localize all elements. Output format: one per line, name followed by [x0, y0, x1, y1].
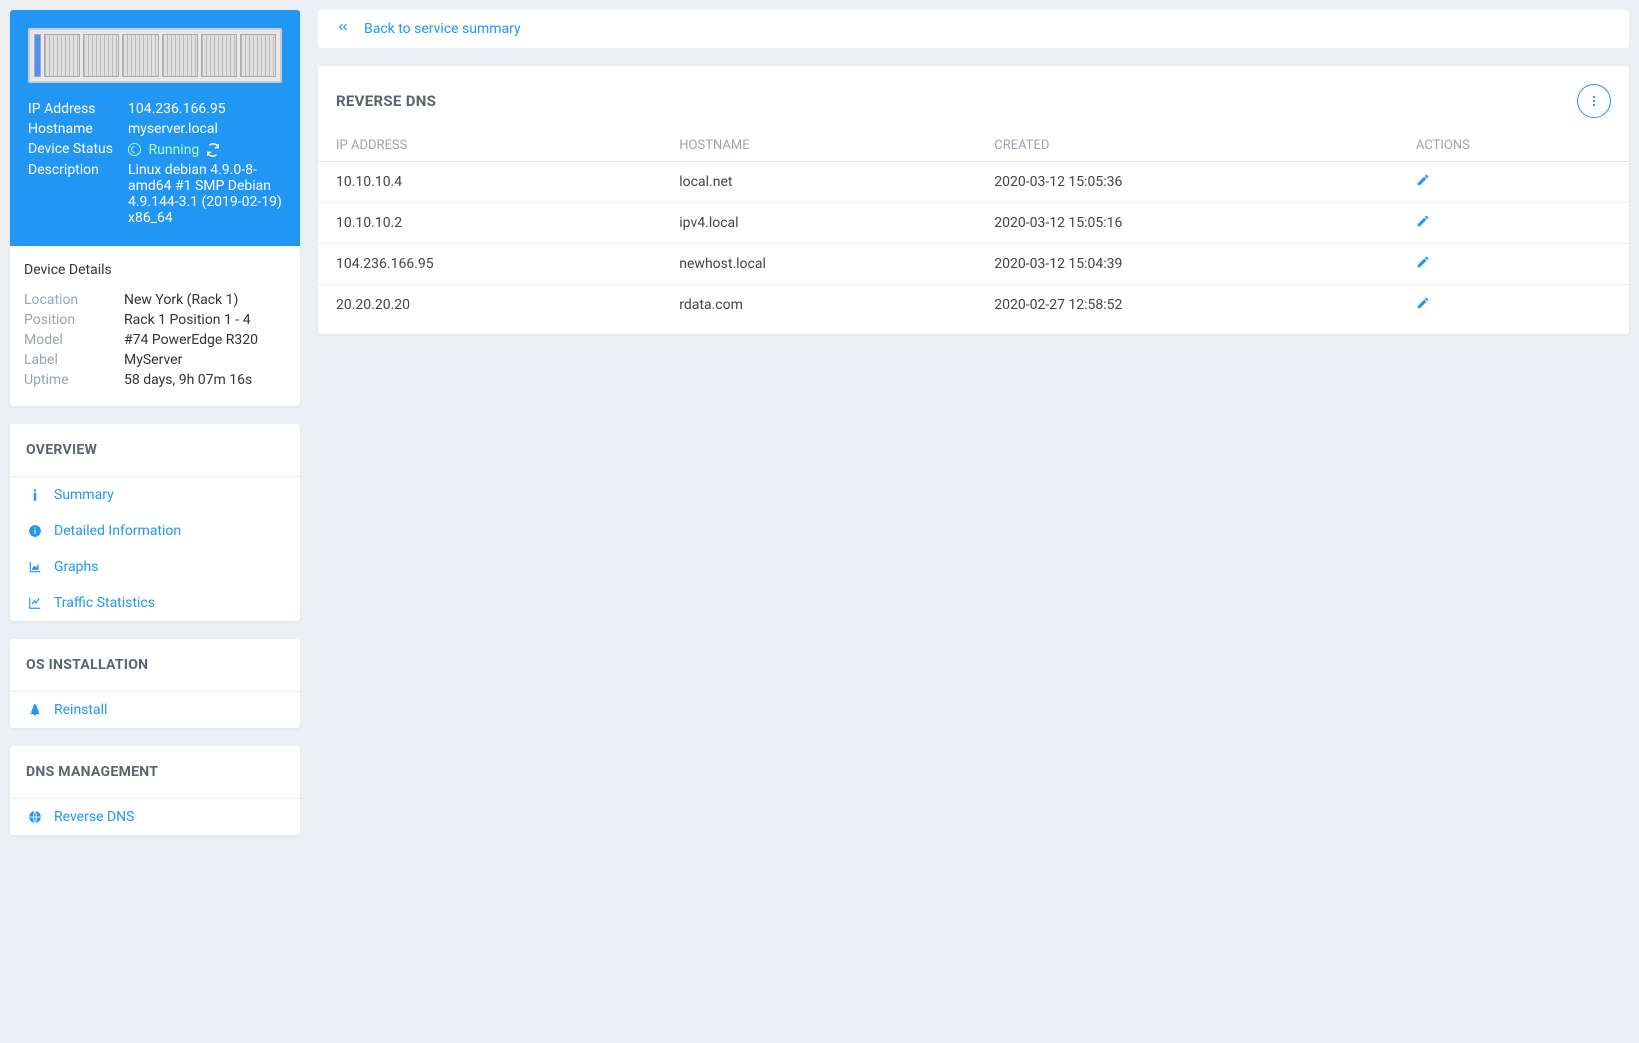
position-label: Position	[24, 310, 124, 330]
col-created: CREATED	[976, 130, 1398, 162]
overview-header: OVERVIEW	[10, 424, 300, 477]
nav-graphs-label: Graphs	[54, 559, 98, 575]
left-column: IP Address 104.236.166.95 Hostname myser…	[10, 10, 300, 853]
row-ip: 10.10.10.2	[318, 203, 661, 244]
dns-card: DNS MANAGEMENT Reverse DNS	[10, 746, 300, 835]
location-value: New York (Rack 1)	[124, 290, 286, 310]
col-hostname: HOSTNAME	[661, 130, 976, 162]
status-value: Running	[128, 139, 282, 160]
nav-traffic-label: Traffic Statistics	[54, 595, 155, 611]
model-value: #74 PowerEdge R320	[124, 330, 286, 350]
nav-summary-label: Summary	[54, 487, 114, 503]
status-text: Running	[148, 142, 199, 158]
description-value: Linux debian 4.9.0-8-amd64 #1 SMP Debian…	[128, 160, 282, 228]
ip-value: 104.236.166.95	[128, 99, 282, 119]
more-vertical-icon	[1587, 94, 1601, 108]
table-row: 104.236.166.95newhost.local2020-03-12 15…	[318, 244, 1629, 285]
nav-reverse-dns-label: Reverse DNS	[54, 809, 134, 825]
row-ip: 10.10.10.4	[318, 162, 661, 203]
overview-card: OVERVIEW Summary Detailed Information	[10, 424, 300, 621]
nav-traffic[interactable]: Traffic Statistics	[10, 585, 300, 621]
position-value: Rack 1 Position 1 - 4	[124, 310, 286, 330]
info-icon	[26, 488, 44, 502]
nav-reverse-dns[interactable]: Reverse DNS	[10, 799, 300, 835]
info-circle-icon	[26, 524, 44, 538]
row-created: 2020-03-12 15:04:39	[976, 244, 1398, 285]
dns-header: DNS MANAGEMENT	[10, 746, 300, 799]
hostname-label: Hostname	[28, 119, 128, 139]
reverse-dns-title: REVERSE DNS	[336, 92, 436, 110]
status-label: Device Status	[28, 139, 128, 160]
reverse-dns-table: IP ADDRESS HOSTNAME CREATED ACTIONS 10.1…	[318, 130, 1629, 334]
description-label: Description	[28, 160, 128, 228]
label-label: Label	[24, 350, 124, 370]
row-hostname: newhost.local	[661, 244, 976, 285]
nav-graphs[interactable]: Graphs	[10, 549, 300, 585]
nav-detailed[interactable]: Detailed Information	[10, 513, 300, 549]
row-hostname: ipv4.local	[661, 203, 976, 244]
edit-button[interactable]	[1416, 214, 1430, 232]
pencil-icon	[1416, 214, 1430, 232]
model-label: Model	[24, 330, 124, 350]
device-details-title: Device Details	[24, 262, 286, 278]
back-link-label: Back to service summary	[364, 21, 521, 37]
pencil-icon	[1416, 255, 1430, 273]
edit-button[interactable]	[1416, 296, 1430, 314]
right-column: Back to service summary REVERSE DNS IP A…	[318, 10, 1629, 853]
ip-label: IP Address	[28, 99, 128, 119]
area-chart-icon	[26, 560, 44, 574]
page-container: IP Address 104.236.166.95 Hostname myser…	[10, 10, 1629, 853]
row-created: 2020-02-27 12:58:52	[976, 285, 1398, 335]
nav-detailed-label: Detailed Information	[54, 523, 181, 539]
nav-reinstall-label: Reinstall	[54, 702, 107, 718]
location-label: Location	[24, 290, 124, 310]
refresh-icon[interactable]	[206, 143, 219, 156]
os-card: OS INSTALLATION Reinstall	[10, 639, 300, 728]
nav-reinstall[interactable]: Reinstall	[10, 692, 300, 728]
pencil-icon	[1416, 173, 1430, 191]
uptime-label: Uptime	[24, 370, 124, 390]
server-image	[28, 28, 282, 83]
device-details: Device Details Location New York (Rack 1…	[10, 246, 300, 406]
row-ip: 20.20.20.20	[318, 285, 661, 335]
os-header: OS INSTALLATION	[10, 639, 300, 692]
table-row: 10.10.10.2ipv4.local2020-03-12 15:05:16	[318, 203, 1629, 244]
row-created: 2020-03-12 15:05:36	[976, 162, 1398, 203]
col-ip: IP ADDRESS	[318, 130, 661, 162]
line-chart-icon	[26, 596, 44, 610]
status-indicator-icon	[128, 143, 141, 156]
linux-icon	[26, 703, 44, 717]
label-value: MyServer	[124, 350, 286, 370]
col-actions: ACTIONS	[1398, 130, 1629, 162]
hostname-value: myserver.local	[128, 119, 282, 139]
reverse-dns-card: REVERSE DNS IP ADDRESS HOSTNAME CREATED …	[318, 66, 1629, 334]
more-actions-button[interactable]	[1577, 84, 1611, 118]
edit-button[interactable]	[1416, 173, 1430, 191]
nav-summary[interactable]: Summary	[10, 477, 300, 513]
device-card: IP Address 104.236.166.95 Hostname myser…	[10, 10, 300, 406]
row-hostname: local.net	[661, 162, 976, 203]
table-row: 10.10.10.4local.net2020-03-12 15:05:36	[318, 162, 1629, 203]
globe-icon	[26, 810, 44, 824]
uptime-value: 58 days, 9h 07m 16s	[124, 370, 286, 390]
chevron-left-icon	[336, 20, 350, 38]
edit-button[interactable]	[1416, 255, 1430, 273]
pencil-icon	[1416, 296, 1430, 314]
row-ip: 104.236.166.95	[318, 244, 661, 285]
row-created: 2020-03-12 15:05:16	[976, 203, 1398, 244]
device-summary: IP Address 104.236.166.95 Hostname myser…	[10, 10, 300, 246]
row-hostname: rdata.com	[661, 285, 976, 335]
back-link[interactable]: Back to service summary	[318, 10, 1629, 48]
table-row: 20.20.20.20rdata.com2020-02-27 12:58:52	[318, 285, 1629, 335]
